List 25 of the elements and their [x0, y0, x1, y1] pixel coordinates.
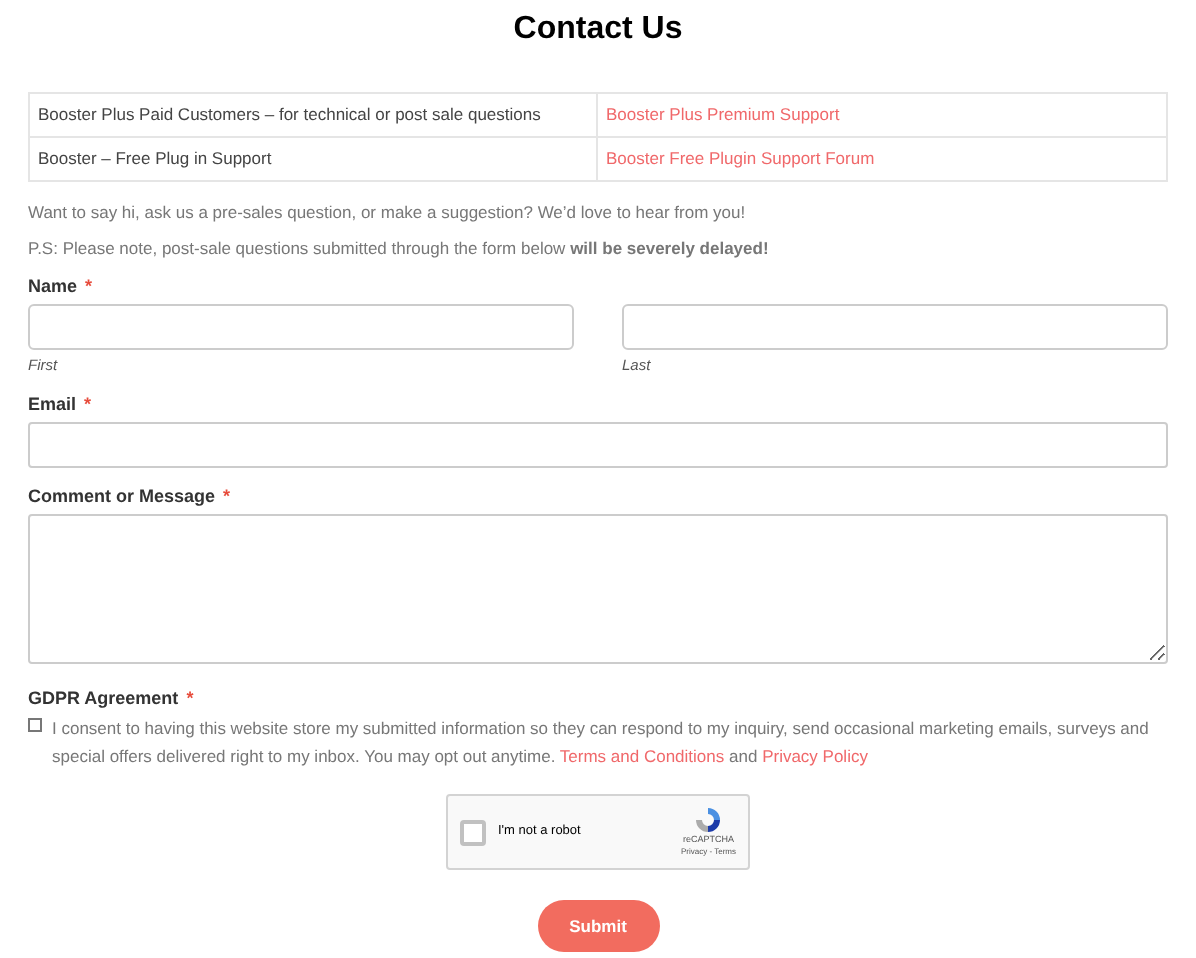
first-name-field[interactable]	[28, 304, 574, 350]
field-label: Email	[28, 394, 77, 416]
captcha-checkbox[interactable]	[460, 819, 486, 845]
field-label: GDPR Agreement	[28, 688, 179, 710]
message-field[interactable]	[28, 514, 1168, 664]
refresh-arrows-icon	[694, 805, 723, 834]
required-mark: *	[84, 394, 92, 416]
table-cell: Booster – Free Plug in Support	[29, 137, 597, 181]
submit-button[interactable]: Submit	[537, 900, 659, 952]
page-title: Contact Us	[511, 10, 685, 50]
last-name-field[interactable]	[622, 304, 1168, 350]
required-mark: *	[223, 486, 231, 508]
field-label: Name	[28, 276, 78, 298]
consent-text: I consent to having this website store my submitted information so they can respond to my inquiry, send occasional marketing emails, surveys and special offers delivered right to my inbox. You may opt out anytime. Terms and Conditions and Privacy Policy	[52, 716, 1151, 770]
required-mark: *	[186, 688, 194, 710]
intro-text: Want to say hi, ask us a pre-sales question, or make a suggestion? We’d love to hear from you!	[28, 202, 748, 224]
note-text: P.S: Please note, post-sale questions submitted through the form below will be severely delayed!	[28, 238, 771, 260]
support-link[interactable]: Booster Plus Premium Support	[606, 104, 840, 125]
field-label: Comment or Message	[28, 486, 216, 508]
privacy-link[interactable]: Privacy Policy	[762, 746, 868, 766]
email-field[interactable]	[28, 422, 1168, 468]
table-cell: Booster Plus Paid Customers – for technical or post sale questions	[29, 93, 597, 137]
consent-checkbox[interactable]	[28, 718, 42, 732]
required-mark: *	[85, 276, 93, 298]
terms-link[interactable]: Terms and Conditions	[559, 746, 725, 766]
